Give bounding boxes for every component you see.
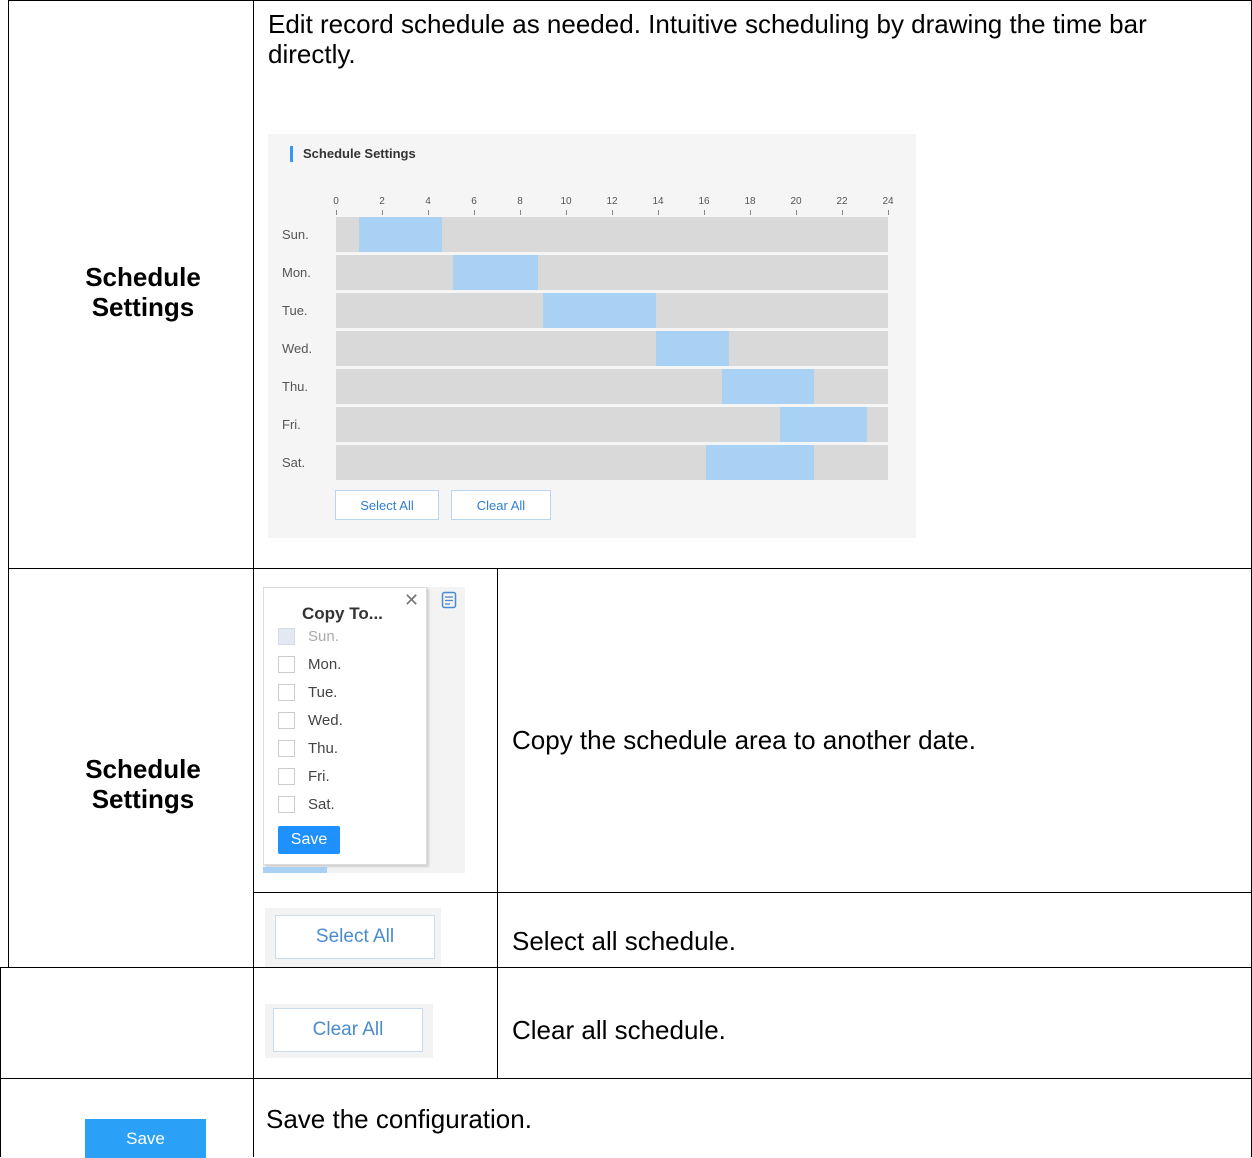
hour-tick-label: 24: [882, 196, 894, 207]
hour-tick-mark: [842, 210, 843, 215]
select-all-button[interactable]: Select All: [275, 915, 435, 959]
day-label: Thu.: [282, 379, 309, 394]
hour-tick-label: 10: [560, 196, 572, 207]
schedule-selection[interactable]: [655, 331, 730, 366]
day-checkbox[interactable]: [278, 796, 295, 813]
hour-tick-label: 22: [836, 196, 848, 207]
day-checkbox-label: Fri.: [308, 768, 330, 785]
inner-column-divider: [497, 568, 498, 1078]
hour-tick-mark: [474, 210, 475, 215]
day-checkbox[interactable]: [278, 684, 295, 701]
day-checkbox-label: Wed.: [308, 712, 343, 729]
schedule-row[interactable]: [336, 369, 888, 404]
row-divider-1: [8, 568, 1252, 569]
schedule-row[interactable]: [336, 407, 888, 442]
row1-label: Schedule Settings: [85, 262, 201, 322]
hour-tick-label: 12: [606, 196, 618, 207]
day-checkbox-label: Sun.: [308, 628, 339, 645]
day-checkbox-label: Tue.: [308, 684, 338, 701]
hour-tick-label: 8: [517, 196, 523, 207]
row2-label: Schedule Settings: [85, 754, 201, 814]
hour-tick-mark: [612, 210, 613, 215]
hour-tick-label: 0: [333, 196, 339, 207]
hour-tick-mark: [520, 210, 521, 215]
clear-all-image: Clear All: [265, 1004, 433, 1058]
hour-tick-mark: [428, 210, 429, 215]
clear-all-button[interactable]: Clear All: [273, 1008, 423, 1052]
schedule-settings-panel: Schedule Settings 0 2 4 6 8 10 12 14 16 18 20 22 24 …: [268, 134, 916, 538]
schedule-selection[interactable]: [779, 407, 868, 442]
copy-save-button[interactable]: Save: [278, 826, 340, 854]
row4-description: Clear all schedule.: [512, 1015, 726, 1045]
hour-tick-mark: [382, 210, 383, 215]
row-divider-4: [0, 1078, 1252, 1079]
panel-title: Schedule Settings: [290, 146, 416, 162]
schedule-row[interactable]: [336, 445, 888, 480]
schedule-row[interactable]: [336, 331, 888, 366]
day-checkbox-label: Sat.: [308, 796, 335, 813]
hour-tick-mark: [796, 210, 797, 215]
row3-description: Select all schedule.: [512, 926, 737, 956]
hour-tick-mark: [658, 210, 659, 215]
schedule-row[interactable]: [336, 293, 888, 328]
table-border-left-upper: [8, 0, 9, 967]
schedule-selection[interactable]: [722, 369, 815, 404]
day-label: Mon.: [282, 265, 311, 280]
row1-description: Edit record schedule as needed. Intuitiv…: [268, 9, 1147, 69]
day-checkbox: [278, 628, 295, 645]
panel-clear-all-button[interactable]: Clear All: [451, 490, 551, 520]
schedule-selection[interactable]: [706, 445, 815, 480]
schedule-row[interactable]: [336, 255, 888, 290]
hour-tick-label: 20: [790, 196, 802, 207]
schedule-selection[interactable]: [543, 293, 656, 328]
copy-title: Copy To...: [302, 604, 383, 623]
schedule-selection[interactable]: [359, 217, 442, 252]
table-border-top: [8, 0, 1252, 1]
row5-description: Save the configuration.: [266, 1104, 532, 1134]
row2-description: Copy the schedule area to another date.: [512, 725, 976, 755]
schedule-row[interactable]: [336, 217, 888, 252]
copy-to-popup-image: Copy To... ✕ Sun. Mon. Tue. Wed. Thu. Fri. Sat…: [263, 587, 465, 873]
schedule-bar-fragment: [263, 867, 327, 873]
hour-tick-mark: [888, 210, 889, 215]
day-checkbox-label: Thu.: [308, 740, 339, 757]
hour-tick-label: 18: [744, 196, 756, 207]
hour-tick-label: 14: [652, 196, 664, 207]
hour-tick-mark: [704, 210, 705, 215]
table-border-left-lower: [0, 967, 1, 1157]
day-label: Wed.: [282, 341, 313, 356]
copy-to-popup: Copy To... ✕ Sun. Mon. Tue. Wed. Thu. Fri. Sat…: [263, 587, 427, 865]
hour-tick-mark: [566, 210, 567, 215]
hour-tick-label: 2: [379, 196, 385, 207]
schedule-selection[interactable]: [453, 255, 539, 290]
day-checkbox-label: Mon.: [308, 656, 342, 673]
row-divider-2: [253, 892, 1252, 893]
hour-tick-label: 16: [698, 196, 710, 207]
day-checkbox[interactable]: [278, 712, 295, 729]
save-button[interactable]: Save: [85, 1119, 206, 1158]
row-divider-3: [0, 967, 1252, 968]
hour-tick-mark: [336, 210, 337, 215]
select-all-image: Select All: [265, 908, 441, 967]
day-checkbox[interactable]: [278, 740, 295, 757]
day-label: Sun.: [282, 227, 309, 242]
hour-tick-label: 4: [425, 196, 431, 207]
day-label: Fri.: [282, 417, 301, 432]
day-label: Tue.: [282, 303, 308, 318]
hour-tick-label: 6: [471, 196, 477, 207]
day-label: Sat.: [282, 455, 306, 470]
panel-select-all-button[interactable]: Select All: [335, 490, 439, 520]
copy-icon[interactable]: [441, 591, 457, 609]
day-checkbox[interactable]: [278, 768, 295, 785]
close-icon[interactable]: ✕: [404, 590, 419, 611]
hour-tick-mark: [750, 210, 751, 215]
column-divider-1: [253, 0, 254, 1157]
day-checkbox[interactable]: [278, 656, 295, 673]
